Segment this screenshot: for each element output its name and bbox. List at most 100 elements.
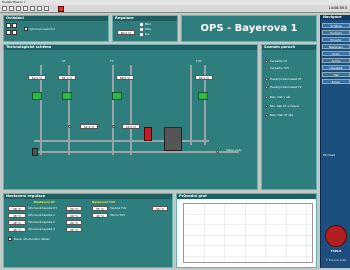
pump-ut-2[interactable] [62, 92, 72, 100]
ut-row-2-v2[interactable]: 20 °C [66, 213, 82, 218]
toolbar-btn-4[interactable] [23, 6, 28, 11]
reading-ut-a: 61.6 °C [28, 75, 46, 80]
fault-dot-5 [265, 96, 268, 99]
ut-row-4-label: Útlumová teplota 3 [28, 227, 55, 231]
toolbar: 14:08:58 ů [0, 5, 350, 13]
fault-dot-4 [265, 86, 268, 89]
nav-schema[interactable]: Schéma [322, 23, 350, 28]
tuv-right-value[interactable]: 55 °C [152, 206, 168, 211]
clock-display: 14:08:58 ů [328, 6, 347, 10]
pipe-main-2 [34, 151, 239, 153]
regulace-legend-1: Mód [145, 22, 151, 26]
nastaveni-panel: Nastavení regulace Nastavení ÚT Nastaven… [3, 193, 173, 268]
fault-dot-7 [265, 114, 268, 117]
schema-title: Technologické schéma [4, 45, 257, 50]
tuv-row-2-value[interactable]: 40 °C [92, 213, 108, 218]
seznam-panel: Seznam poruch Čerpadlo UT Čerpadlo TUV H… [261, 44, 317, 190]
tuv-row-2-label: Útlum TUV [110, 213, 125, 217]
check-icon-4[interactable] [12, 30, 17, 35]
toolbar-btn-3[interactable] [16, 6, 21, 11]
navigace-title: Navigace [321, 15, 350, 20]
reading-mid-a: 54.4 °C [80, 124, 98, 129]
valve-3 [216, 150, 219, 153]
ut-eval-checkbox[interactable] [24, 27, 28, 31]
fault-dot-1 [265, 60, 268, 63]
reading-ut-b: 56.3 °C [58, 75, 76, 80]
boiler-tank[interactable] [164, 127, 182, 151]
pump-tuv[interactable] [198, 92, 208, 100]
regulace-dot-1 [140, 23, 143, 26]
nav-tisk[interactable]: Tisk [322, 72, 350, 77]
fault-item-5: Max. tlak v síti [270, 95, 291, 99]
graf-title: Průvodní graf [177, 194, 316, 199]
pump-ut-1[interactable] [32, 92, 42, 100]
ut-row-3-v2[interactable]: 20 °C [66, 220, 82, 225]
pump-tv[interactable] [112, 92, 122, 100]
boiler-red[interactable] [144, 127, 152, 141]
ut-row-2-label: Útlumová teplota 1 [28, 213, 55, 217]
check-icon-1[interactable] [6, 23, 11, 28]
ut-row-4-v2[interactable]: 20 °C [66, 227, 82, 232]
stop-icon[interactable] [58, 6, 64, 12]
nav-archiv[interactable]: Archiv [322, 58, 350, 63]
nav-poruchy[interactable]: Poruchy [322, 37, 350, 42]
regulace-value: 60.4 °C [117, 30, 135, 35]
ovladani-title: Ovládání [4, 16, 108, 21]
section-tuv: Nastavení TUV [92, 200, 116, 204]
regulace-dot-2 [140, 28, 143, 31]
regulace-panel: Regulace 60.4 °C Mód Stav Kor. [112, 15, 178, 42]
ut-row-1-v2[interactable]: 20 °C [66, 206, 82, 211]
toolbar-btn-6[interactable] [37, 6, 42, 11]
fault-item-4: Havarijní termostat TV [270, 85, 302, 89]
nav-hodnoty[interactable]: Hodnoty [322, 30, 350, 35]
toolbar-btn-7[interactable] [44, 6, 49, 11]
fault-item-6: Min. tlak ÚT ochrana [270, 104, 299, 108]
seznam-title: Seznam poruch [262, 45, 316, 50]
nav-grafy[interactable]: Grafy [322, 51, 350, 56]
nav-uzivatele[interactable]: Uživatelé [322, 65, 350, 70]
fault-item-3: Havarijní termostat UT [270, 77, 302, 81]
pipe-tuv-1 [190, 65, 192, 145]
inlet-block [32, 148, 38, 156]
ut-row-1-value[interactable]: 48 °C [8, 206, 26, 211]
fault-item-7: Max. tlak ÚT sítě [270, 113, 294, 117]
toolbar-btn-1[interactable] [2, 6, 7, 11]
tuv-row-1-value[interactable]: 55 °C [92, 206, 108, 211]
reading-tv-a: 58.6 °C [116, 75, 134, 80]
check-icon-3[interactable] [6, 30, 11, 35]
nav-konec[interactable]: Konec [322, 79, 350, 84]
graf-plot-area [183, 203, 313, 263]
banner: OPS - Bayerova 1 [181, 15, 317, 42]
check-icon-2[interactable] [12, 23, 17, 28]
toolbar-btn-5[interactable] [30, 6, 35, 11]
posun-label: Posun útlumového dělkač [14, 237, 50, 241]
nav-logo-text: TEPLO [330, 249, 342, 253]
graf-panel: Průvodní graf [176, 193, 317, 268]
nav-footer: © Pracovní dotaz [325, 259, 347, 262]
ut-row-2-value[interactable]: 48 °C [8, 213, 26, 218]
branch-tuv: TUV [196, 59, 202, 63]
reading-tuv-a: 49.9 °C [195, 75, 213, 80]
nav-logo [325, 225, 347, 247]
nastaveni-title: Nastavení regulace [4, 194, 172, 199]
nav-status: PC hlasit [323, 153, 336, 157]
pipe-main-1 [34, 140, 209, 142]
nav-nastaveni[interactable]: Nastavení [322, 44, 350, 49]
ut-row-1-label: Útlumová teplota UT [28, 206, 57, 210]
branch-ut: UT [62, 59, 66, 63]
regulace-legend-2: Stav [145, 27, 152, 31]
valve-1 [68, 125, 71, 128]
regulace-legend-3: Kor. [145, 32, 151, 36]
ut-row-3-label: Útlumová teplota 2 [28, 220, 55, 224]
fault-dot-6 [265, 105, 268, 108]
reading-mid-b: 12.5 °C [122, 124, 140, 129]
fault-dot-2 [265, 67, 268, 70]
posun-checkbox[interactable] [8, 237, 12, 241]
fault-item-1: Čerpadlo UT [270, 59, 288, 63]
toolbar-btn-2[interactable] [9, 6, 14, 11]
fault-dot-3 [265, 78, 268, 81]
valve-2 [112, 125, 115, 128]
ut-row-4-value[interactable]: 48 °C [8, 227, 26, 232]
ut-row-3-value[interactable]: 48 °C [8, 220, 26, 225]
tuv-row-1-label: Teplota TUV [110, 206, 127, 210]
